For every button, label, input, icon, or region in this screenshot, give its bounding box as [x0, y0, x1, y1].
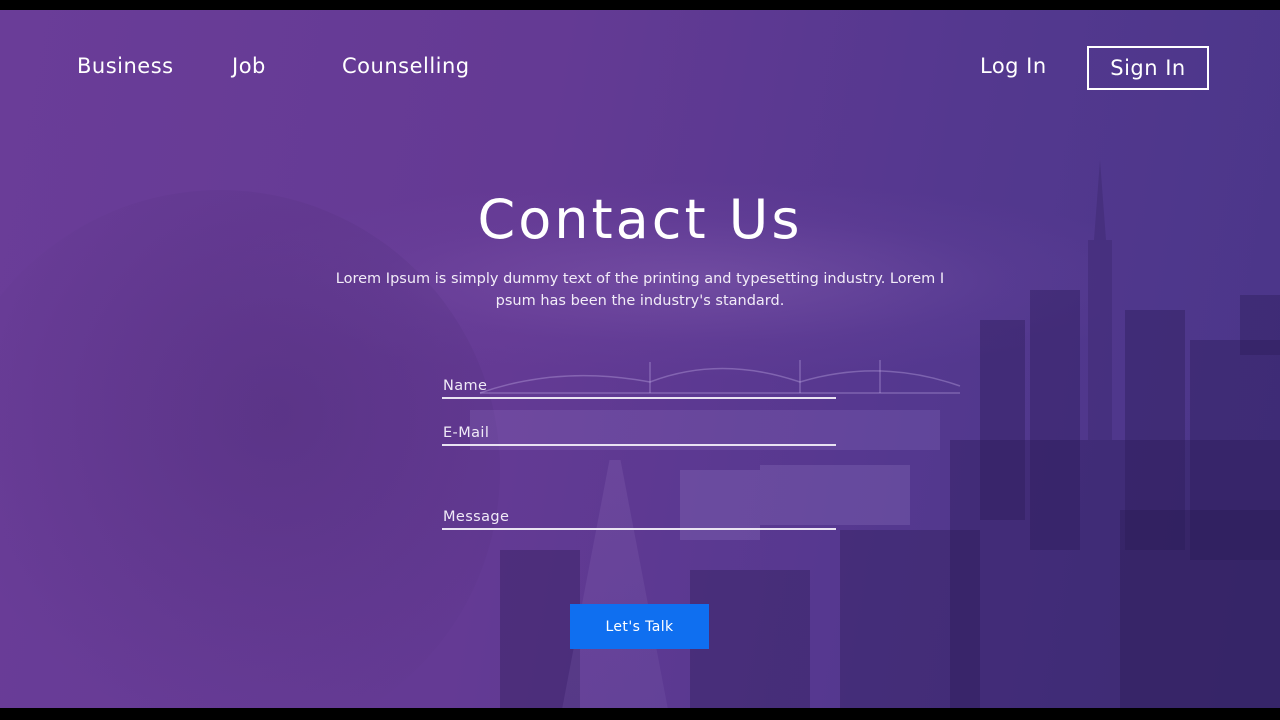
message-field-wrapper	[442, 506, 836, 530]
page-background: Business Job Counselling Log In Sign In …	[0, 10, 1280, 708]
nav-link-business[interactable]: Business	[77, 54, 174, 78]
message-input[interactable]	[442, 509, 836, 528]
subtitle-line-1: Lorem Ipsum is simply dummy text of the …	[335, 271, 945, 287]
email-input[interactable]	[442, 425, 836, 444]
login-link[interactable]: Log In	[980, 54, 1047, 78]
nav-link-job[interactable]: Job	[232, 54, 266, 78]
name-input[interactable]	[442, 378, 836, 397]
subtitle-line-2: psum has been the industry's standard.	[495, 293, 785, 309]
page-title: Contact Us	[477, 188, 803, 251]
nav-link-counselling[interactable]: Counselling	[342, 54, 470, 78]
name-field-wrapper	[442, 375, 836, 399]
email-field-wrapper	[442, 422, 836, 446]
page-subtitle: Lorem Ipsum is simply dummy text of the …	[305, 268, 975, 312]
lets-talk-button[interactable]: Let's Talk	[570, 604, 709, 649]
signin-button[interactable]: Sign In	[1087, 46, 1209, 90]
